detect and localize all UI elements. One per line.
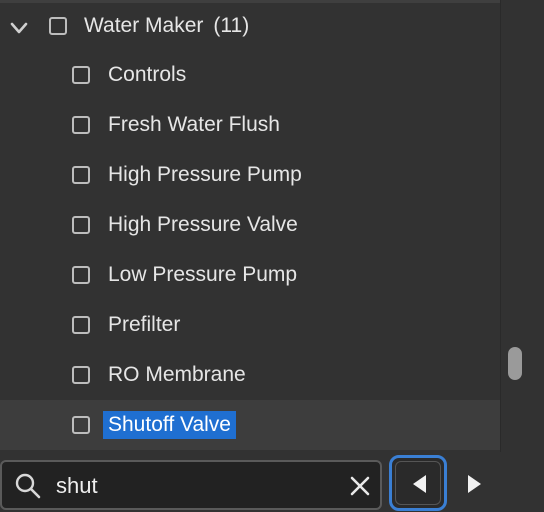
chevron-down-icon[interactable]: [8, 17, 30, 39]
item-checkbox[interactable]: [72, 416, 90, 434]
tree-item-label: Low Pressure Pump: [108, 263, 298, 286]
item-checkbox[interactable]: [72, 316, 90, 334]
tree-item[interactable]: High Pressure Valve: [0, 200, 500, 250]
tree-item-label: High Pressure Pump: [108, 163, 302, 186]
search-input[interactable]: [56, 468, 326, 504]
tree-item-label: RO Membrane: [108, 363, 246, 386]
tree-item[interactable]: Low Pressure Pump: [0, 250, 500, 300]
tree-item[interactable]: Controls: [0, 50, 500, 100]
tree-item[interactable]: Fresh Water Flush: [0, 100, 500, 150]
tree-item-label: Controls: [108, 63, 187, 86]
group-count: (11): [213, 14, 250, 37]
close-icon[interactable]: [349, 475, 371, 497]
search-icon: [15, 473, 41, 499]
item-checkbox[interactable]: [72, 116, 90, 134]
item-checkbox[interactable]: [72, 366, 90, 384]
group-checkbox[interactable]: [49, 17, 67, 35]
layer-tree: Water Maker (11) Controls Fresh Water Flu…: [0, 2, 500, 450]
tree-group-water-maker[interactable]: Water Maker (11): [0, 2, 500, 50]
group-name: Water Maker: [84, 14, 204, 37]
scrollbar-thumb[interactable]: [508, 347, 522, 380]
scrollbar-track-divider: [500, 0, 501, 452]
tree-item[interactable]: RO Membrane: [0, 350, 500, 400]
previous-match-button[interactable]: [389, 455, 447, 511]
item-checkbox[interactable]: [72, 66, 90, 84]
tree-item-label-highlighted: Shutoff Valve: [103, 411, 236, 439]
item-checkbox[interactable]: [72, 166, 90, 184]
tree-item-label: Fresh Water Flush: [108, 113, 280, 136]
triangle-left-icon: [413, 475, 426, 493]
tree-item-label: High Pressure Valve: [108, 213, 298, 236]
tree-item[interactable]: Prefilter: [0, 300, 500, 350]
tree-item-label: Prefilter: [108, 313, 181, 336]
group-label: Water Maker (11): [84, 14, 249, 38]
tree-item-selected[interactable]: Shutoff Valve: [0, 400, 500, 450]
search-bar: [0, 460, 382, 510]
tree-item[interactable]: High Pressure Pump: [0, 150, 500, 200]
item-checkbox[interactable]: [72, 216, 90, 234]
next-match-button[interactable]: [455, 460, 495, 510]
triangle-right-icon: [468, 475, 481, 493]
layer-tree-panel: Water Maker (11) Controls Fresh Water Flu…: [0, 0, 544, 512]
item-checkbox[interactable]: [72, 266, 90, 284]
